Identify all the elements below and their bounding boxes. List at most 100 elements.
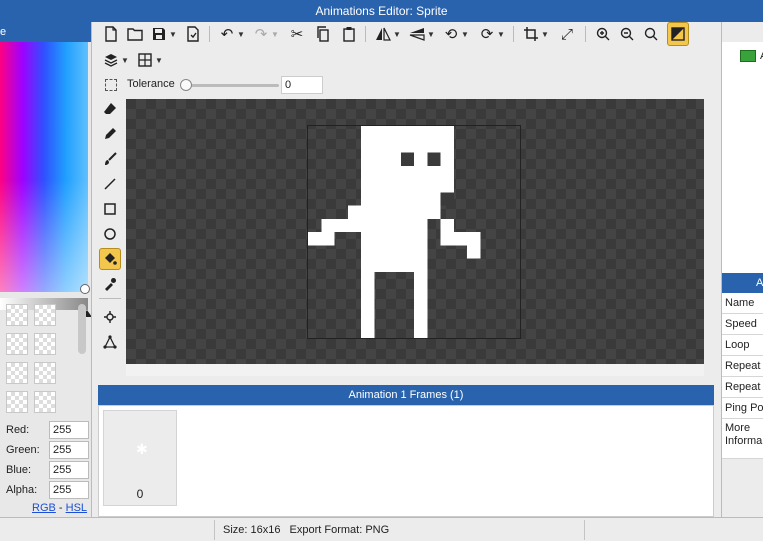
red-label: Red: [6,424,30,436]
zoom-in-icon[interactable] [593,22,613,46]
spectrum-picker-handle[interactable] [80,284,90,294]
alpha-label: Alpha: [6,484,38,496]
color-swatch[interactable] [6,304,28,326]
status-size: Size: 16x16 [223,524,281,536]
eyedropper-icon[interactable] [99,273,121,295]
pencil-icon[interactable] [99,123,121,145]
pivot-icon[interactable] [99,306,121,328]
undo-dropdown-icon[interactable]: ▼ [237,22,245,46]
color-swatch[interactable] [6,333,28,355]
grid-dropdown-icon[interactable]: ▼ [155,48,163,72]
flip-vertical-icon[interactable] [407,22,427,46]
prop-ping-pong: Ping Po [722,398,763,419]
color-swatch[interactable] [6,391,28,413]
color-swatch[interactable] [34,304,56,326]
red-input[interactable]: 255 [49,421,89,439]
rotate-right-dropdown-icon[interactable]: ▼ [497,22,505,46]
mode-separator: - [55,502,66,514]
canvas-scrollbar[interactable] [126,364,704,376]
status-divider [214,520,215,540]
status-bar: Size: 16x16 Export Format: PNG [0,517,763,541]
eraser-icon[interactable] [99,98,121,120]
color-swatch[interactable] [6,362,28,384]
prop-more-info: More Informa [722,419,763,459]
selection-icon[interactable] [105,79,117,91]
color-swatch[interactable] [34,333,56,355]
prop-speed: Speed [722,314,763,335]
green-label: Green: [6,444,40,456]
redo-icon[interactable]: ↷ [251,22,271,46]
color-panel: e Red: 255 Green: 255 Blue: 255 Alpha: 2… [0,22,92,517]
status-format: Export Format: PNG [289,524,390,536]
main-toolbar: ▼ ↶ ▼ ↷ ▼ ✂ ▼ ▼ ⟲ ▼ ⟳ ▼ ▼ ⤢ [93,22,720,46]
resize-icon[interactable]: ⤢ [557,22,577,46]
frames-list: ✱ 0 [98,405,714,517]
redo-dropdown-icon[interactable]: ▼ [271,22,279,46]
status-divider [584,520,585,540]
swatches-scrollbar[interactable] [78,304,86,354]
flip-v-dropdown-icon[interactable]: ▼ [427,22,435,46]
flip-horizontal-icon[interactable] [373,22,393,46]
hsl-mode-link[interactable]: HSL [66,502,87,514]
toggle-bg-icon[interactable] [667,22,689,46]
frame-preview-icon: ✱ [136,441,148,457]
blue-label: Blue: [6,464,32,476]
cut-icon[interactable]: ✂ [287,22,307,46]
sprite-canvas[interactable] [126,99,704,364]
sprite-image [308,126,481,338]
skeleton-icon[interactable] [99,331,121,353]
zoom-fit-icon[interactable] [641,22,661,46]
window-title: Animations Editor: Sprite [0,0,763,22]
export-icon[interactable] [183,22,203,46]
rotate-left-dropdown-icon[interactable]: ▼ [461,22,469,46]
grid-icon[interactable] [135,48,155,72]
toolbar-separator [585,26,586,42]
tolerance-slider-handle[interactable] [180,79,192,91]
tolerance-label: Tolerance [127,78,175,90]
color-panel-header: e [0,22,91,42]
blue-input[interactable]: 255 [49,461,89,479]
frames-header: Animation 1 Frames (1) [98,385,714,405]
paste-icon[interactable] [339,22,359,46]
toolbar-separator [365,26,366,42]
line-icon[interactable] [99,173,121,195]
layers-dropdown-icon[interactable]: ▼ [121,48,129,72]
color-mode-links: RGB - HSL [32,502,87,514]
toolbar-separator [209,26,210,42]
zoom-out-icon[interactable] [617,22,637,46]
prop-repeat: Repeat [722,356,763,377]
color-swatch[interactable] [34,391,56,413]
alpha-input[interactable]: 255 [49,481,89,499]
animation-color-chip[interactable] [740,50,756,62]
properties-panel: A A Name Speed Loop Repeat Repeat Ping P… [721,22,763,517]
animations-list: A [722,42,763,288]
flip-dropdown-icon[interactable]: ▼ [393,22,401,46]
copy-icon[interactable] [313,22,333,46]
color-spectrum[interactable] [0,42,88,292]
rotate-left-icon[interactable]: ⟲ [441,22,461,46]
prop-name: Name [722,293,763,314]
ellipse-icon[interactable] [99,223,121,245]
rgb-mode-link[interactable]: RGB [32,502,56,514]
undo-icon[interactable]: ↶ [217,22,237,46]
brush-icon[interactable] [99,148,121,170]
save-icon[interactable] [149,22,169,46]
layers-icon[interactable] [101,48,121,72]
new-file-icon[interactable] [101,22,121,46]
alpha-row: Alpha: 255 [6,481,91,499]
drawing-tools [93,98,125,370]
save-dropdown-icon[interactable]: ▼ [169,22,177,46]
open-folder-icon[interactable] [125,22,145,46]
crop-dropdown-icon[interactable]: ▼ [541,22,549,46]
sprite-bounds [307,125,521,339]
color-swatch[interactable] [34,362,56,384]
frame-thumbnail[interactable]: ✱ 0 [103,410,177,506]
rotate-right-icon[interactable]: ⟳ [477,22,497,46]
green-input[interactable]: 255 [49,441,89,459]
tolerance-slider[interactable] [183,84,279,87]
tolerance-input[interactable]: 0 [281,76,323,94]
editor-main: ▼ ↶ ▼ ↷ ▼ ✂ ▼ ▼ ⟲ ▼ ⟳ ▼ ▼ ⤢ ▼ ▼ Toleranc… [93,22,720,517]
crop-icon[interactable] [521,22,541,46]
fill-bucket-icon[interactable] [99,248,121,270]
rectangle-icon[interactable] [99,198,121,220]
